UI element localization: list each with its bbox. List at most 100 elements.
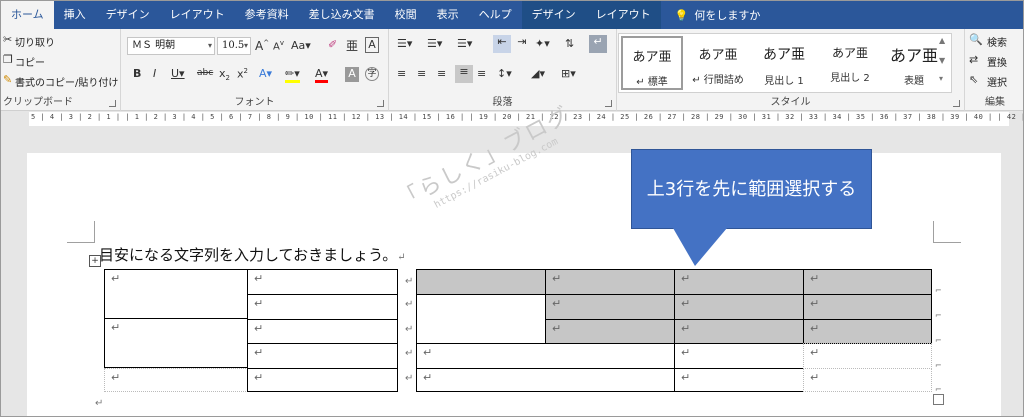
table-resize-handle-icon[interactable] — [933, 394, 944, 405]
style-heading-2[interactable]: あア亜 見出し 2 — [819, 36, 881, 90]
style-preview: あア亜 — [698, 48, 738, 63]
italic-icon[interactable]: I — [153, 67, 156, 80]
table-cell-selected[interactable]: ↵ — [674, 319, 804, 344]
find-button[interactable]: 検索 — [987, 34, 1007, 49]
style-title[interactable]: あア亜 表題 — [883, 36, 945, 90]
decrease-indent-icon[interactable]: ⇤ — [493, 35, 511, 53]
body-text: 目安になる文字列を入力しておきましょう。 — [99, 246, 398, 264]
highlight-icon[interactable]: ✏▾ — [285, 67, 300, 83]
clipboard-launcher-icon[interactable] — [109, 100, 116, 107]
font-size-select[interactable]: 10.5 ▾ — [217, 37, 251, 55]
table-cell[interactable] — [416, 294, 546, 344]
align-left-icon[interactable]: ≡ — [397, 67, 406, 80]
strikethrough-icon[interactable]: abc — [197, 68, 213, 78]
cut-button[interactable]: 切り取り — [15, 34, 55, 49]
select-button[interactable]: 選択 — [987, 74, 1007, 89]
cursor-icon: ⇖ — [969, 73, 979, 86]
table-cell-selected[interactable]: ↵ — [674, 269, 804, 295]
subscript-icon[interactable]: x2 — [219, 67, 230, 82]
table-cell[interactable]: ↵ — [247, 269, 398, 295]
row-end-mark: ↵ — [405, 348, 414, 359]
table-cell-selected[interactable]: ↵ — [803, 319, 932, 344]
shrink-font-icon[interactable]: Av — [273, 39, 284, 52]
shading-icon[interactable]: ◢▾ — [531, 67, 545, 80]
increase-indent-icon[interactable]: ⇥ — [513, 35, 531, 53]
table-cell[interactable]: ↵ — [674, 368, 804, 392]
table-cell[interactable]: ↵ — [674, 343, 804, 369]
font-name-select[interactable]: ＭＳ 明朝 ▾ — [127, 37, 215, 55]
table-cell[interactable]: ↵ — [803, 343, 932, 369]
character-shading-icon[interactable]: A — [345, 67, 359, 82]
table-cell[interactable]: ↵ — [247, 319, 398, 344]
clear-formatting-icon[interactable]: ✐ — [328, 38, 337, 51]
tab-layout[interactable]: レイアウト — [160, 1, 235, 29]
gallery-more-icon[interactable]: ▾ — [939, 74, 943, 83]
tab-table-design[interactable]: デザイン — [521, 1, 586, 29]
table-cell-selected[interactable]: ↵ — [545, 294, 675, 320]
style-no-spacing[interactable]: あア亜 ↵ 行間詰め — [687, 36, 749, 90]
table-cell-selected[interactable]: ↵ — [674, 294, 804, 320]
styles-launcher-icon[interactable] — [953, 100, 960, 107]
superscript-icon[interactable]: x2 — [237, 67, 248, 81]
table-cell-selected[interactable] — [416, 269, 546, 295]
table-cell[interactable]: ↵ — [247, 368, 398, 392]
asian-layout-icon[interactable]: ✦▾ — [535, 37, 550, 50]
numbering-icon[interactable]: ☰▾ — [427, 37, 442, 50]
bold-icon[interactable]: B — [133, 67, 141, 80]
tab-references[interactable]: 参考資料 — [235, 1, 299, 29]
table-cell[interactable]: ↵ — [803, 368, 932, 392]
grow-font-icon[interactable]: A^ — [255, 39, 269, 53]
bullets-icon[interactable]: ☰▾ — [397, 37, 412, 50]
table-cell[interactable]: ↵ — [247, 294, 398, 320]
font-launcher-icon[interactable] — [377, 100, 384, 107]
character-border-icon[interactable]: A — [365, 37, 379, 53]
table-move-handle-icon[interactable]: + — [89, 255, 101, 267]
table-cell-selected[interactable]: ↵ — [545, 319, 675, 344]
justify-icon[interactable]: ≡ — [455, 65, 473, 83]
copy-button[interactable]: コピー — [15, 54, 45, 69]
format-painter-button[interactable]: 書式のコピー/貼り付け — [15, 74, 118, 89]
replace-button[interactable]: 置換 — [987, 54, 1007, 69]
document-text[interactable]: 目安になる文字列を入力しておきましょう。↵ — [99, 244, 406, 265]
style-heading-1[interactable]: あア亜 見出し 1 — [753, 36, 815, 90]
table-cell[interactable]: ↵ — [247, 343, 398, 369]
phonetic-guide-icon[interactable]: 亜 — [346, 37, 358, 54]
change-case-button[interactable]: Aa▾ — [291, 39, 311, 52]
tell-me-box[interactable]: 💡 何をしますか — [661, 7, 761, 23]
table-cell[interactable]: ↵ — [104, 368, 248, 392]
font-color-icon[interactable]: A▾ — [315, 67, 329, 83]
scroll-up-icon[interactable]: ▲ — [939, 36, 945, 45]
underline-icon[interactable]: U▾ — [171, 67, 185, 80]
table-cell[interactable]: ↵ — [104, 318, 248, 368]
tab-table-layout[interactable]: レイアウト — [585, 1, 661, 29]
text-effects-icon[interactable]: A▾ — [259, 67, 272, 80]
tab-insert[interactable]: 挿入 — [54, 1, 96, 29]
sort-icon[interactable]: ⇅ — [565, 37, 574, 50]
scroll-down-icon[interactable]: ▼ — [939, 56, 945, 65]
table-cell[interactable]: ↵ — [416, 368, 675, 392]
table-cell-selected[interactable]: ↵ — [545, 269, 675, 295]
table-cell[interactable]: ↵ — [416, 343, 675, 369]
tab-view[interactable]: 表示 — [427, 1, 469, 29]
multilevel-list-icon[interactable]: ☰▾ — [457, 37, 472, 50]
enclosed-character-icon[interactable]: 字 — [365, 67, 379, 81]
paragraph-launcher-icon[interactable] — [605, 100, 612, 107]
table-cell-selected[interactable]: ↵ — [803, 294, 932, 320]
style-normal[interactable]: あア亜 ↵ 標準 — [621, 36, 683, 90]
table-cell[interactable]: ↵ — [104, 269, 248, 319]
tab-home[interactable]: ホーム — [1, 1, 54, 29]
style-name: ↵ 標準 — [636, 77, 668, 88]
tab-help[interactable]: ヘルプ — [469, 1, 522, 29]
align-center-icon[interactable]: ≡ — [417, 67, 426, 80]
tab-review[interactable]: 校閲 — [385, 1, 427, 29]
editing-group: 🔍 検索 ⇄ 置換 ⇖ 選択 編集 — [965, 29, 1023, 111]
show-formatting-icon[interactable]: ↵ — [589, 35, 607, 53]
align-right-icon[interactable]: ≡ — [437, 67, 446, 80]
cell-mark: ↵ — [111, 272, 121, 285]
tab-design[interactable]: デザイン — [96, 1, 160, 29]
tab-mailings[interactable]: 差し込み文書 — [299, 1, 385, 29]
line-spacing-icon[interactable]: ↕▾ — [497, 67, 512, 80]
distributed-icon[interactable]: ≡ — [477, 67, 486, 80]
table-cell-selected[interactable]: ↵ — [803, 269, 932, 295]
borders-icon[interactable]: ⊞▾ — [561, 67, 576, 80]
